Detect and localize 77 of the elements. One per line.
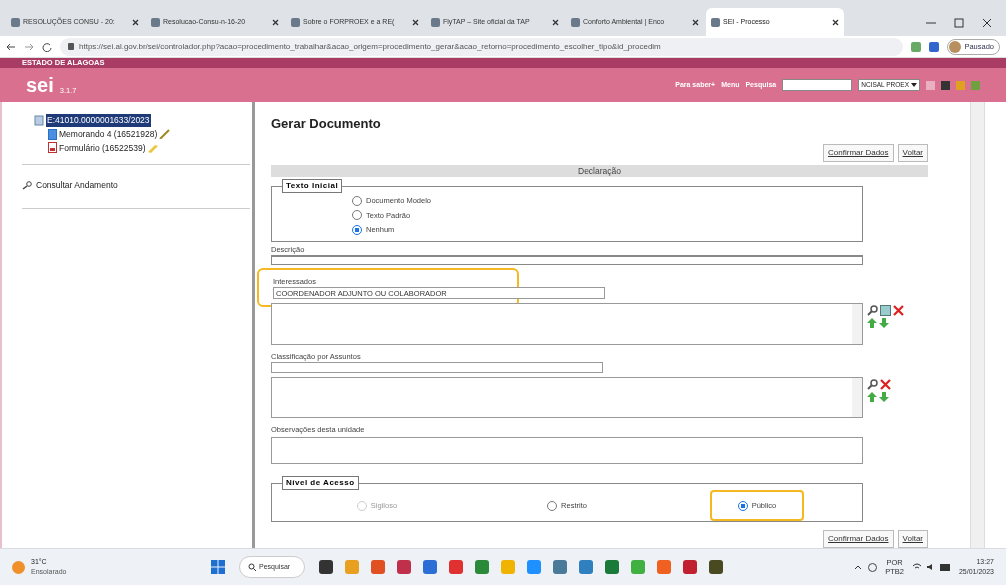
section-title: Declaração xyxy=(578,164,621,178)
site-icon xyxy=(291,17,300,27)
taskbar-app-icon[interactable] xyxy=(319,560,333,574)
radio-button[interactable] xyxy=(352,196,362,207)
group-legend: Nível de Acesso xyxy=(282,476,359,490)
radio-button[interactable] xyxy=(547,500,558,511)
site-icon xyxy=(431,17,440,27)
taskbar-app-icon[interactable] xyxy=(579,560,593,574)
radio-button[interactable] xyxy=(737,500,748,511)
search-field[interactable] xyxy=(782,79,853,91)
wifi-icon[interactable] xyxy=(911,563,922,571)
search-icon[interactable] xyxy=(867,378,878,390)
taskbar-app-icon[interactable] xyxy=(527,560,541,574)
folder-icon xyxy=(34,114,44,126)
close-icon[interactable] xyxy=(982,18,992,28)
save-icon[interactable] xyxy=(880,305,891,317)
tree-item[interactable]: Memorando 4 (16521928) xyxy=(59,127,158,141)
reload-icon[interactable] xyxy=(42,41,52,52)
pen-icon[interactable] xyxy=(159,129,172,140)
input-field[interactable] xyxy=(271,362,603,373)
extension-icon[interactable] xyxy=(911,41,922,52)
taskbar-app-icon[interactable] xyxy=(449,560,463,574)
close-icon[interactable] xyxy=(132,18,139,26)
search-icon xyxy=(248,563,256,571)
lock-icon xyxy=(68,43,74,50)
close-icon[interactable] xyxy=(412,18,419,26)
form-button[interactable]: Voltar xyxy=(897,530,928,548)
start-icon[interactable] xyxy=(211,560,225,574)
maximize-icon[interactable] xyxy=(954,18,964,28)
taskbar-app-icon[interactable] xyxy=(371,560,385,574)
taskbar-app-icon[interactable] xyxy=(657,560,671,574)
group-legend: Texto Inicial xyxy=(282,179,343,194)
taskbar-app-icon[interactable] xyxy=(423,560,437,574)
site-icon xyxy=(11,17,20,27)
taskbar-app-icon[interactable] xyxy=(709,560,723,574)
caret-icon xyxy=(911,83,917,87)
consult-link[interactable]: Consultar Andamento xyxy=(36,179,118,192)
close-icon[interactable] xyxy=(552,18,559,26)
tree-item[interactable]: Formulário (16522539) xyxy=(59,141,146,155)
radio-button[interactable] xyxy=(352,224,362,235)
sun-icon xyxy=(12,560,25,574)
taskbar-app-icon[interactable] xyxy=(475,560,489,574)
text-area[interactable] xyxy=(271,436,863,464)
signature-icon[interactable] xyxy=(147,142,160,153)
forward-icon[interactable] xyxy=(24,41,34,52)
back-icon[interactable] xyxy=(6,41,16,52)
scrollbar[interactable] xyxy=(852,377,862,417)
site-icon xyxy=(151,17,160,27)
battery-icon[interactable] xyxy=(939,563,951,571)
close-icon[interactable] xyxy=(832,18,839,26)
page-title: Gerar Documento xyxy=(271,115,382,133)
form-button[interactable]: Confirmar Dados xyxy=(823,530,894,548)
pdf-file-icon xyxy=(48,142,57,154)
avatar xyxy=(949,40,962,53)
form-button[interactable]: Confirmar Dados xyxy=(823,143,894,162)
form-button[interactable]: Voltar xyxy=(897,143,928,162)
taskbar-app-icon[interactable] xyxy=(605,560,619,574)
address-bar[interactable]: https://sei.al.gov.br/sei/controlador.php?acao=procedimento_trabalhar&acao_origem=procedimento_gerar&acao_retorno=procedimento_escolher_tipo&id_procedim xyxy=(60,37,904,56)
url-text: https://sei.al.gov.br/sei/controlador.php?acao=procedimento_trabalhar&acao_origem=procedimento_gerar&acao_retorno=procedimento_escolher_tipo&id_procedim xyxy=(79,40,661,53)
taskbar-app-icon[interactable] xyxy=(553,560,567,574)
search-icon[interactable] xyxy=(867,305,878,317)
logo: sei xyxy=(26,75,54,95)
process-number[interactable]: E:41010.0000001633/2023 xyxy=(46,114,151,127)
scrollbar[interactable] xyxy=(852,304,862,345)
close-icon[interactable] xyxy=(272,18,279,26)
extension-icon[interactable] xyxy=(929,41,940,52)
taskbar-app-icon[interactable] xyxy=(683,560,697,574)
close-icon[interactable] xyxy=(692,18,699,26)
chevron-icon[interactable] xyxy=(854,564,863,570)
site-icon xyxy=(571,17,580,27)
radio-button[interactable] xyxy=(352,210,362,221)
taskbar-app-icon[interactable] xyxy=(397,560,411,574)
input-field[interactable] xyxy=(271,255,863,265)
key-icon xyxy=(22,181,32,191)
site-icon xyxy=(711,17,720,27)
document-icon xyxy=(48,128,57,140)
scrollbar[interactable] xyxy=(970,102,984,548)
